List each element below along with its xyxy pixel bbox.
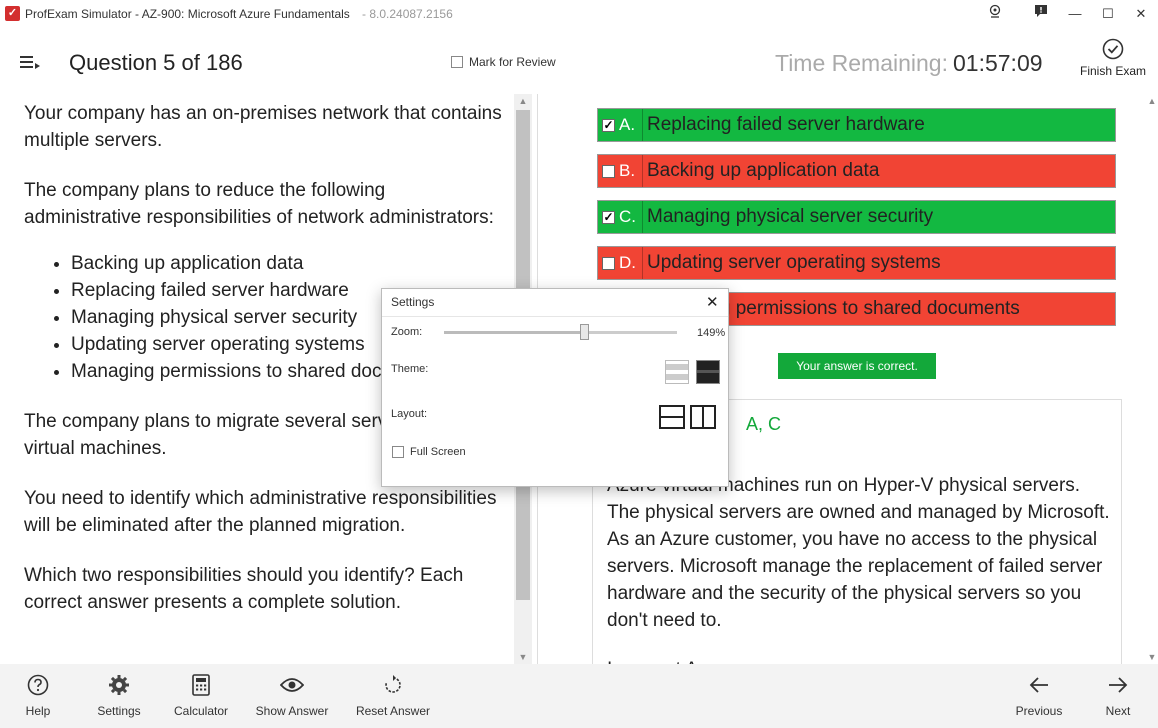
calculator-button[interactable]: Calculator (171, 672, 231, 718)
gear-icon (109, 675, 129, 695)
answer-text: Updating server operating systems (647, 252, 941, 273)
app-logo-icon: ✓ (5, 6, 20, 21)
answer-option-a[interactable]: ✓ A. Replacing failed server hardware (597, 108, 1116, 142)
question-paragraph: Which two responsibilities should you id… (24, 565, 464, 613)
zoom-slider-thumb[interactable] (580, 324, 589, 340)
scroll-up-arrow[interactable]: ▲ (514, 94, 532, 108)
next-button[interactable]: Next (1100, 672, 1136, 718)
maximize-button[interactable]: ☐ (1097, 4, 1119, 24)
finish-exam-button[interactable]: Finish Exam (1076, 38, 1150, 78)
calculator-label: Calculator (173, 704, 229, 718)
answer-option-b[interactable]: B. Backing up application data (597, 154, 1116, 188)
mark-for-review-checkbox[interactable]: Mark for Review (451, 55, 556, 69)
answer-letter: D. (619, 253, 636, 272)
light-theme-button[interactable] (665, 360, 689, 384)
mark-review-box[interactable] (451, 56, 463, 68)
time-remaining-value: 01:57:09 (953, 50, 1043, 76)
dark-theme-button[interactable] (696, 360, 720, 384)
previous-button[interactable]: Previous (1013, 672, 1065, 718)
dialog-divider (382, 316, 728, 317)
settings-button[interactable]: Settings (94, 672, 144, 718)
zoom-label: Zoom: (391, 326, 423, 338)
vertical-layout-icon[interactable] (690, 405, 716, 429)
question-counter: Question 5 of 186 (69, 50, 243, 75)
question-paragraph: You need to identify which administrativ… (24, 488, 497, 536)
fullscreen-checkbox[interactable]: Full Screen (392, 446, 466, 458)
explanation-paragraph: Azure virtual machines run on Hyper-V ph… (607, 475, 1110, 631)
zoom-value: 149% (697, 327, 726, 339)
fullscreen-box[interactable] (392, 446, 404, 458)
answer-option-d[interactable]: D. Updating server operating systems (597, 246, 1116, 280)
layout-label: Layout: (391, 408, 428, 420)
answer-checkbox[interactable]: ✓ (602, 210, 615, 224)
reset-answer-label: Reset Answer (355, 704, 431, 718)
answer-scrollbar[interactable]: ▲ ▼ (1146, 94, 1158, 664)
scroll-down-arrow[interactable]: ▼ (514, 650, 532, 664)
answer-text: Replacing failed server hardware (647, 114, 925, 135)
help-icon (27, 674, 49, 696)
dialog-title: Settings (391, 295, 435, 309)
result-badge: Your answer is correct. (778, 353, 936, 379)
settings-label: Settings (97, 704, 141, 718)
title-bar: ✓ ProfExam Simulator - AZ-900: Microsoft… (0, 0, 1158, 28)
answer-letter: B. (619, 161, 636, 180)
list-item: Backing up application data (71, 250, 504, 277)
reset-icon (385, 675, 401, 693)
show-answer-label: Show Answer (255, 704, 329, 718)
bottom-toolbar: Help Settings Calculator Show Answer Res… (0, 664, 1158, 728)
answer-checkbox[interactable] (602, 256, 615, 270)
theme-label: Theme: (391, 363, 429, 375)
previous-label: Previous (1015, 704, 1063, 718)
answer-option-c[interactable]: ✓ C. Managing physical server security (597, 200, 1116, 234)
settings-dialog: Settings ✕ Zoom: 149% Theme: Layout: Ful… (381, 288, 729, 487)
question-paragraph: The company plans to reduce the followin… (24, 180, 494, 228)
horizontal-layout-icon[interactable] (659, 405, 685, 429)
reset-answer-button[interactable]: Reset Answer (355, 672, 431, 718)
explanation-paragraph: Incorrect Answers: (607, 656, 1117, 664)
question-paragraph: Your company has an on-premises network … (24, 103, 502, 151)
show-answer-button[interactable]: Show Answer (254, 672, 330, 718)
next-label: Next (1105, 704, 1131, 718)
user-support-icon[interactable] (984, 4, 1006, 24)
arrow-left-icon (1029, 677, 1048, 693)
close-button[interactable]: ✕ (1130, 4, 1152, 24)
eye-icon (280, 678, 304, 692)
exam-header: Question 5 of 186 Mark for Review Time R… (0, 28, 1158, 94)
correct-answer-value: A, C (746, 414, 782, 434)
question-list-icon[interactable] (20, 55, 40, 71)
zoom-slider[interactable] (444, 324, 677, 340)
answer-text: Managing physical server security (647, 206, 934, 227)
time-remaining-label: Time Remaining: (775, 50, 948, 76)
minimize-button[interactable]: — (1064, 4, 1086, 24)
help-label: Help (25, 704, 51, 718)
check-circle-icon (1102, 38, 1124, 60)
dialog-close-icon[interactable]: ✕ (706, 293, 719, 311)
arrow-right-icon (1109, 677, 1128, 693)
window-title: ProfExam Simulator - AZ-900: Microsoft A… (25, 7, 350, 21)
fullscreen-label: Full Screen (410, 446, 466, 458)
zoom-slider-fill (444, 331, 584, 334)
answer-letter: A. (619, 115, 636, 134)
answer-letter: C. (619, 207, 636, 226)
calculator-icon (192, 674, 210, 696)
answer-checkbox[interactable]: ✓ (602, 118, 615, 132)
answer-checkbox[interactable] (602, 164, 615, 178)
help-button[interactable]: Help (17, 672, 59, 718)
mark-review-label: Mark for Review (469, 55, 556, 69)
feedback-icon[interactable] (1030, 4, 1052, 24)
answer-text: Backing up application data (647, 160, 880, 181)
scroll-up-arrow[interactable]: ▲ (1143, 94, 1158, 108)
scroll-down-arrow[interactable]: ▼ (1143, 650, 1158, 664)
app-version: - 8.0.24087.2156 (362, 7, 453, 21)
finish-exam-label: Finish Exam (1079, 64, 1147, 78)
